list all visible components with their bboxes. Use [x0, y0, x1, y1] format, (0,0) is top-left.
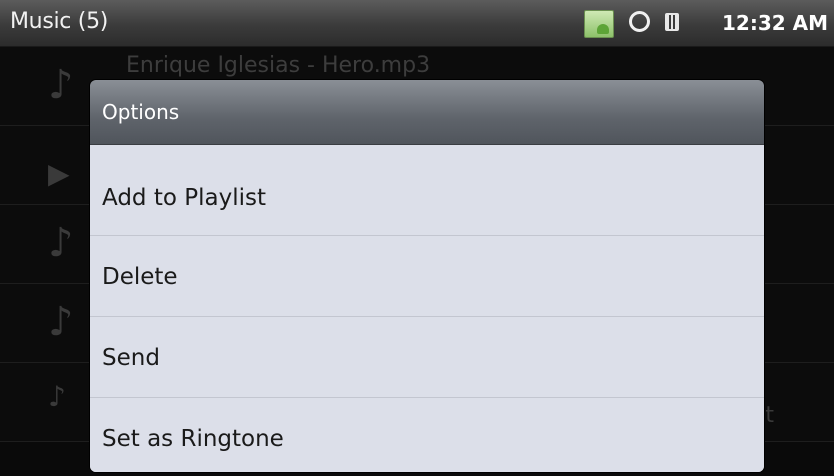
- dialog-title: Options: [102, 100, 180, 124]
- dialog-header: Options: [90, 80, 764, 145]
- dialog-body: Add to Playlist Delete Send Set as Ringt…: [90, 145, 764, 472]
- music-note-icon: ♪: [48, 62, 74, 108]
- music-note-icon: ♪: [48, 380, 66, 413]
- options-dialog: Options Add to Playlist Delete Send Set …: [90, 80, 764, 472]
- sync-icon: [629, 11, 650, 32]
- option-add-to-playlist[interactable]: Add to Playlist: [90, 145, 764, 235]
- status-bar: Music (5) 12:32 AM: [0, 0, 834, 47]
- sd-card-icon: [665, 13, 679, 31]
- option-send[interactable]: Send: [90, 316, 764, 397]
- option-set-as-ringtone[interactable]: Set as Ringtone: [90, 397, 764, 472]
- app-title: Music (5): [10, 9, 109, 34]
- option-label: Send: [102, 345, 160, 371]
- song-title: Enrique Iglesias - Hero.mp3: [126, 53, 431, 78]
- song-trail-text: t: [765, 403, 774, 428]
- option-label: Add to Playlist: [102, 185, 266, 211]
- option-delete[interactable]: Delete: [90, 235, 764, 316]
- android-notification-icon[interactable]: [584, 10, 614, 38]
- option-label: Delete: [102, 264, 178, 290]
- play-icon: ▶: [48, 157, 70, 190]
- clock: 12:32 AM: [721, 11, 828, 35]
- music-note-icon: ♪: [48, 220, 74, 266]
- music-note-icon: ♪: [48, 299, 74, 345]
- option-label: Set as Ringtone: [102, 426, 284, 452]
